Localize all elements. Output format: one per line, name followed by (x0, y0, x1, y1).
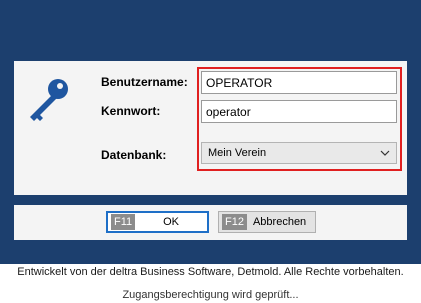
button-bar (14, 205, 407, 240)
key-icon (30, 79, 68, 121)
cancel-button-label: Abbrechen (252, 216, 307, 228)
cancel-button[interactable]: F12 Abbrechen (218, 211, 316, 233)
database-selected-value: Mein Verein (208, 147, 267, 159)
ok-button[interactable]: F11 OK (106, 211, 209, 233)
username-label: Benutzername: (101, 75, 188, 89)
password-input[interactable] (201, 100, 397, 123)
ok-button-label: OK (163, 216, 180, 228)
copyright-text: Entwickelt von der deltra Business Softw… (17, 266, 404, 278)
status-text: Zugangsberechtigung wird geprüft... (122, 289, 299, 301)
chevron-down-icon[interactable] (380, 150, 390, 157)
database-select[interactable]: Mein Verein (201, 142, 397, 164)
f11-key-badge: F11 (111, 214, 136, 230)
password-label: Kennwort: (101, 104, 161, 118)
f12-key-badge: F12 (222, 214, 247, 230)
database-label: Datenbank: (101, 148, 167, 162)
username-input[interactable] (201, 71, 397, 94)
